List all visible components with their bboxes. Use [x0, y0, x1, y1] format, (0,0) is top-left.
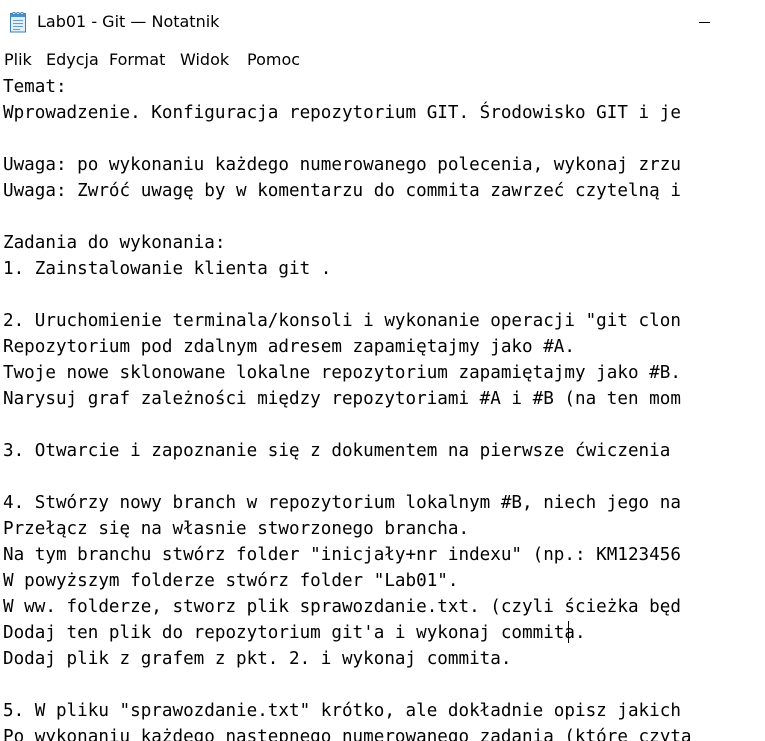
text-caret	[568, 621, 569, 643]
text-line: 4. Stwórzy nowy branch w repozytorium lo…	[3, 493, 681, 513]
notepad-icon	[10, 11, 26, 33]
text-line: 1. Zainstalowanie klienta git .	[3, 259, 332, 279]
text-line: 2. Uruchomienie terminala/konsoli i wyko…	[3, 311, 681, 331]
text-line: W powyższym folderze stwórz folder "Lab0…	[3, 571, 459, 591]
text-editor[interactable]: Temat: Wprowadzenie. Konfiguracja repozy…	[0, 74, 765, 741]
text-line: Przełącz się na własnie stworzonego bran…	[3, 519, 470, 539]
menu-file[interactable]: Plik	[4, 50, 32, 69]
text-line: Dodaj plik z grafem z pkt. 2. i wykonaj …	[3, 649, 512, 669]
window-title: Lab01 - Git — Notatnik	[37, 12, 220, 31]
menu-bar: Plik Edycja Format Widok Pomoc	[0, 45, 765, 73]
text-line: Dodaj ten plik do repozytorium git'a i w…	[3, 623, 586, 643]
menu-format[interactable]: Format	[109, 50, 165, 69]
text-line: Na tym branchu stwórz folder "inicjały+n…	[3, 545, 681, 565]
text-line: 5. W pliku "sprawozdanie.txt" krótko, al…	[3, 701, 681, 721]
menu-view[interactable]: Widok	[180, 50, 229, 69]
menu-help[interactable]: Pomoc	[247, 50, 300, 69]
text-line: Temat:	[3, 77, 67, 97]
menu-edit[interactable]: Edycja	[46, 50, 99, 69]
text-line: Zadania do wykonania:	[3, 233, 226, 253]
text-line: Repozytorium pod zdalnym adresem zapamię…	[3, 337, 575, 357]
text-line: Wprowadzenie. Konfiguracja repozytorium …	[3, 103, 681, 123]
text-line: Uwaga: po wykonaniu każdego numerowanego…	[3, 155, 681, 175]
title-bar: Lab01 - Git — Notatnik	[0, 0, 765, 45]
text-line: Narysuj graf zależności między repozytor…	[3, 389, 681, 409]
minimize-button[interactable]	[681, 0, 727, 45]
text-line: Twoje nowe sklonowane lokalne repozytori…	[3, 363, 681, 383]
text-line: W ww. folderze, stworz plik sprawozdanie…	[3, 597, 681, 617]
text-line: 3. Otwarcie i zapoznanie się z dokumente…	[3, 441, 671, 461]
text-line: Uwaga: Zwróć uwagę by w komentarzu do co…	[3, 181, 681, 201]
text-line: Po wykonaniu każdego następnego numerowa…	[3, 727, 692, 741]
